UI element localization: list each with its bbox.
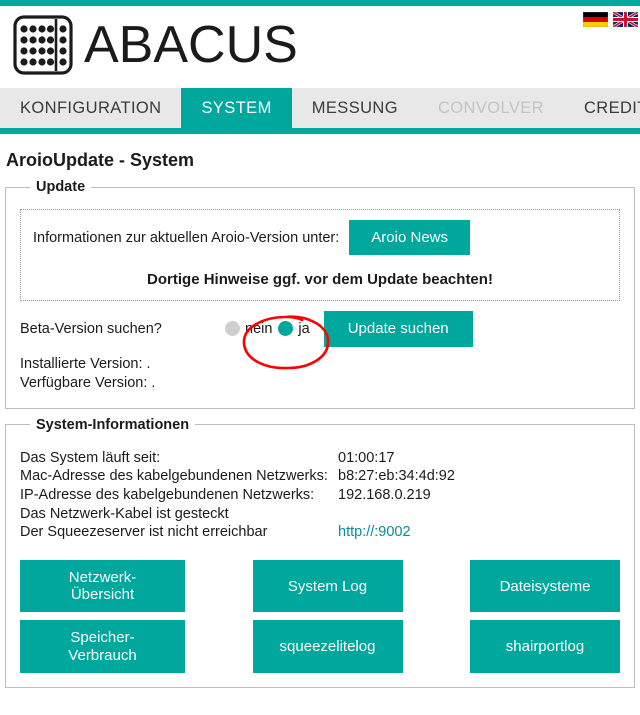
table-row: Das Netzwerk-Kabel ist gesteckt xyxy=(20,505,624,524)
brand-title: ABACUS xyxy=(84,16,298,74)
speicher-verbrauch-button[interactable]: Speicher-Verbrauch xyxy=(20,620,185,673)
sysinfo-label-ip: IP-Adresse des kabelgebundenen Netzwerks… xyxy=(20,486,315,503)
flag-de-icon[interactable] xyxy=(583,12,608,27)
radio-label-nein: nein xyxy=(245,320,273,337)
beta-radio-group: nein ja xyxy=(225,321,310,337)
abacus-beads-icon xyxy=(13,15,73,75)
tab-konfiguration[interactable]: KONFIGURATION xyxy=(0,88,181,128)
flag-en-icon[interactable] xyxy=(613,12,638,27)
table-row: Mac-Adresse des kabelgebundenen Netzwerk… xyxy=(20,467,624,486)
grid-gap xyxy=(185,560,253,613)
update-panel-legend: Update xyxy=(36,179,86,195)
update-notice-text: Dortige Hinweise ggf. vor dem Update bea… xyxy=(147,271,493,289)
radio-dot-nein[interactable] xyxy=(225,321,240,337)
sysinfo-label-squeezeserver: Der Squeezeserver ist nicht erreichbar xyxy=(20,524,268,541)
installed-version-text: Installierte Version: . xyxy=(20,355,151,372)
sysinfo-label-cable: Das Netzwerk-Kabel ist gesteckt xyxy=(20,505,229,522)
sysinfo-label-uptime: Das System läuft seit: xyxy=(20,449,161,466)
tab-messung[interactable]: MESSUNG xyxy=(292,88,418,128)
grid-gap xyxy=(403,560,471,613)
grid-gap xyxy=(185,620,253,673)
system-log-button[interactable]: System Log xyxy=(252,559,403,613)
update-suchen-button[interactable]: Update suchen xyxy=(323,311,473,347)
squeezelitelog-button[interactable]: squeezelitelog xyxy=(252,620,403,673)
radio-dot-ja[interactable] xyxy=(278,321,294,337)
grid-gap xyxy=(403,620,471,673)
page-header: ABACUS xyxy=(0,6,640,88)
dateisysteme-button[interactable]: Dateisysteme xyxy=(470,559,620,613)
table-row: Das System läuft seit: 01:00:17 xyxy=(20,449,624,468)
beta-version-row: Beta-Version suchen? nein ja Update such… xyxy=(20,311,620,347)
shairportlog-button[interactable]: shairportlog xyxy=(470,620,620,673)
sysinfo-label-mac: Mac-Adresse des kabelgebundenen Netzwerk… xyxy=(20,468,328,485)
sysinfo-value-uptime: 01:00:17 xyxy=(338,449,395,466)
update-info-row: Informationen zur aktuellen Aroio-Versio… xyxy=(33,220,607,256)
netzwerk-uebersicht-button[interactable]: Netzwerk-Übersicht xyxy=(20,559,185,613)
sysinfo-value-mac: b8:27:eb:34:4d:92 xyxy=(338,468,455,485)
system-action-buttons: Netzwerk-Übersicht System Log Dateisyste… xyxy=(20,559,620,673)
radio-option-nein[interactable]: nein xyxy=(225,321,272,337)
update-panel: Update Informationen zur aktuellen Aroio… xyxy=(5,179,635,409)
sysinfo-value-cable xyxy=(338,505,624,524)
radio-label-ja: ja xyxy=(298,320,310,337)
update-info-text: Informationen zur aktuellen Aroio-Versio… xyxy=(33,229,340,246)
aroio-news-button[interactable]: Aroio News xyxy=(349,220,470,256)
brand-logo-area: ABACUS xyxy=(12,14,298,76)
tab-credits[interactable]: CREDITS xyxy=(564,88,640,128)
table-row: IP-Adresse des kabelgebundenen Netzwerks… xyxy=(20,486,624,505)
available-version-text: Verfügbare Version: . xyxy=(20,375,156,392)
main-navigation: KONFIGURATION SYSTEM MESSUNG CONVOLVER C… xyxy=(0,88,640,134)
system-info-panel: System-Informationen Das System läuft se… xyxy=(5,416,635,688)
sysinfo-value-ip: 192.168.0.219 xyxy=(338,486,431,503)
tab-system[interactable]: SYSTEM xyxy=(181,88,292,128)
system-info-panel-legend: System-Informationen xyxy=(36,416,190,433)
beta-version-label: Beta-Version suchen? xyxy=(20,320,162,337)
update-info-box: Informationen zur aktuellen Aroio-Versio… xyxy=(20,209,620,302)
version-info: Installierte Version: . Verfügbare Versi… xyxy=(20,355,620,394)
tab-convolver: CONVOLVER xyxy=(437,98,544,117)
page-title: AroioUpdate - System xyxy=(6,150,195,170)
language-flags xyxy=(583,12,638,27)
squeezeserver-link[interactable]: http://:9002 xyxy=(338,524,411,540)
radio-option-ja[interactable]: ja xyxy=(278,320,310,337)
table-row: Der Squeezeserver ist nicht erreichbar h… xyxy=(20,523,624,542)
system-info-table: Das System läuft seit: 01:00:17 Mac-Adre… xyxy=(20,449,624,542)
